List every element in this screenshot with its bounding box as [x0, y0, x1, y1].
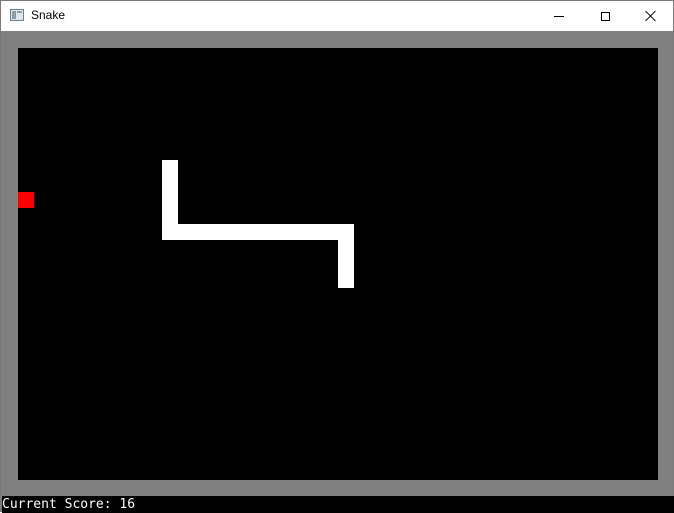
- snake-segment: [162, 224, 354, 240]
- maximize-button[interactable]: [582, 1, 628, 31]
- close-button[interactable]: [628, 1, 674, 31]
- game-window: Snake Current Score: 16: [0, 0, 674, 513]
- window-title: Snake: [31, 8, 66, 22]
- score-display: Current Score: 16: [2, 496, 674, 513]
- minimize-button[interactable]: [536, 1, 582, 31]
- app-window-icon: [10, 9, 24, 21]
- title-bar[interactable]: Snake: [1, 1, 673, 31]
- snake-segment: [338, 224, 354, 288]
- minimize-icon: [554, 16, 564, 17]
- game-board[interactable]: [18, 48, 658, 480]
- close-icon: [645, 10, 657, 22]
- food-pellet: [18, 192, 34, 208]
- maximize-icon: [600, 11, 610, 21]
